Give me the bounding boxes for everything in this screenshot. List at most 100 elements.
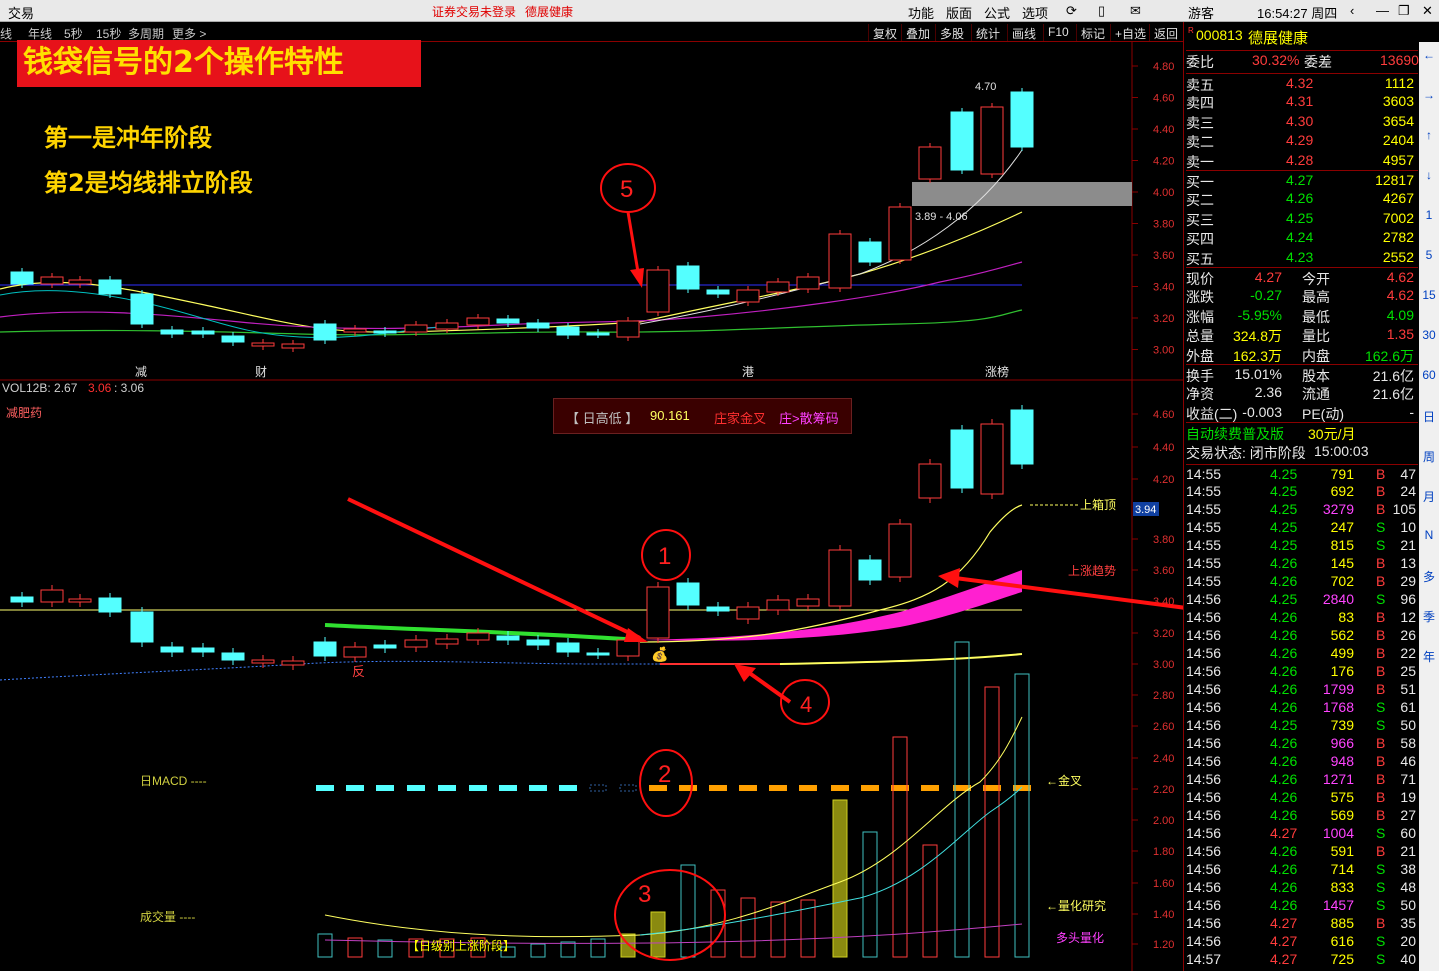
tab-line[interactable]: 线 bbox=[0, 25, 12, 42]
stats-button[interactable]: 统计 bbox=[971, 24, 1004, 41]
tick-row[interactable]: 14:56 4.26 83 B 12 bbox=[1186, 608, 1418, 627]
tick-row[interactable]: 14:56 4.26 562 B 26 bbox=[1186, 626, 1418, 645]
tick-row[interactable]: 14:56 4.27 885 B 35 bbox=[1186, 914, 1418, 933]
back-icon[interactable]: ‹ bbox=[1350, 3, 1354, 18]
candle bbox=[796, 276, 820, 290]
side-icon-8[interactable]: 60 bbox=[1419, 368, 1439, 382]
side-icon-0[interactable]: ← bbox=[1419, 48, 1439, 62]
moneybag-icon: 💰 bbox=[651, 646, 668, 663]
side-icon-4[interactable]: 1 bbox=[1419, 208, 1439, 222]
buy-row[interactable]: 买三 4.25 7002 bbox=[1186, 209, 1418, 228]
candle bbox=[1010, 91, 1034, 148]
side-icon-1[interactable]: → bbox=[1419, 88, 1439, 102]
tick-row[interactable]: 14:55 4.26 702 B 29 bbox=[1186, 572, 1418, 591]
golden-cross-label: ←金叉 bbox=[1046, 773, 1082, 788]
multi-stock-button[interactable]: 多股 bbox=[935, 24, 968, 41]
tick-row[interactable]: 14:56 4.26 1799 B 51 bbox=[1186, 680, 1418, 699]
minimize-icon[interactable]: — bbox=[1376, 3, 1389, 18]
sell-row[interactable]: 卖三 4.30 3654 bbox=[1186, 112, 1418, 131]
macd-dash-cyan bbox=[438, 785, 456, 791]
status-row: 交易状态: 闭市阶段 15:00:03 bbox=[1186, 443, 1369, 461]
tick-row[interactable]: 14:56 4.25 2840 S 96 bbox=[1186, 590, 1418, 609]
stat-row[interactable]: 现价 4.27 今开 4.62 bbox=[1186, 267, 1418, 287]
tick-row[interactable]: 14:55 4.26 145 B 13 bbox=[1186, 554, 1418, 573]
volume-bar bbox=[1014, 673, 1030, 958]
tick-row[interactable]: 14:56 4.26 1271 B 71 bbox=[1186, 770, 1418, 789]
tick-row[interactable]: 14:56 4.25 739 S 50 bbox=[1186, 716, 1418, 735]
candle bbox=[313, 323, 337, 341]
sell-row[interactable]: 卖一 4.28 4957 bbox=[1186, 151, 1418, 170]
side-icon-9[interactable]: 日 bbox=[1419, 408, 1439, 425]
upper-axis-tick: 4.20 bbox=[1153, 156, 1174, 168]
tick-row[interactable]: 14:56 4.26 499 B 22 bbox=[1186, 644, 1418, 663]
tick-row[interactable]: 14:56 4.26 569 B 27 bbox=[1186, 806, 1418, 825]
side-icon-6[interactable]: 15 bbox=[1419, 288, 1439, 302]
side-icon-12[interactable]: N bbox=[1419, 528, 1439, 542]
stat-row[interactable]: 收益(二) -0.003 PE(动) - bbox=[1186, 403, 1418, 422]
tick-row[interactable]: 14:55 4.25 815 S 21 bbox=[1186, 536, 1418, 555]
tick-row[interactable]: 14:56 4.27 616 S 20 bbox=[1186, 932, 1418, 951]
tick-row[interactable]: 14:55 4.25 3279 B 105 bbox=[1186, 500, 1418, 519]
menu-function[interactable]: 功能 bbox=[908, 3, 934, 22]
tick-row[interactable]: 14:55 4.25 791 B 47 bbox=[1186, 464, 1418, 483]
side-icon-5[interactable]: 5 bbox=[1419, 248, 1439, 262]
fuquan-button[interactable]: 复权 bbox=[868, 24, 901, 41]
return-button[interactable]: 返回 bbox=[1149, 24, 1182, 41]
add-watchlist-button[interactable]: +自选 bbox=[1110, 24, 1150, 41]
tick-row[interactable]: 14:56 4.26 966 B 58 bbox=[1186, 734, 1418, 753]
tick-row[interactable]: 14:56 4.26 176 B 25 bbox=[1186, 662, 1418, 681]
side-icon-3[interactable]: ↓ bbox=[1419, 168, 1439, 182]
sell-row[interactable]: 卖四 4.31 3603 bbox=[1186, 92, 1418, 111]
buy-row[interactable]: 买四 4.24 2782 bbox=[1186, 228, 1418, 247]
tick-row[interactable]: 14:56 4.26 1457 S 50 bbox=[1186, 896, 1418, 915]
tick-row[interactable]: 14:56 4.26 833 S 48 bbox=[1186, 878, 1418, 897]
phone-icon[interactable]: ▯ bbox=[1098, 3, 1105, 19]
app-title: 交易 bbox=[8, 6, 35, 21]
menu-options[interactable]: 选项 bbox=[1022, 3, 1048, 22]
side-icon-10[interactable]: 周 bbox=[1419, 448, 1439, 465]
stat-row[interactable]: 涨跌 -0.27 最高 4.62 bbox=[1186, 286, 1418, 305]
mail-icon[interactable]: ✉ bbox=[1130, 3, 1141, 19]
menu-layout[interactable]: 版面 bbox=[946, 3, 972, 22]
menu-formula[interactable]: 公式 bbox=[984, 3, 1010, 22]
tick-row[interactable]: 14:55 4.25 692 B 24 bbox=[1186, 482, 1418, 501]
side-icon-15[interactable]: 年 bbox=[1419, 648, 1439, 665]
side-icon-14[interactable]: 季 bbox=[1419, 608, 1439, 625]
lower-axis-tick: 3.20 bbox=[1153, 628, 1174, 640]
sell-row[interactable]: 卖二 4.29 2404 bbox=[1186, 131, 1418, 150]
mark-button[interactable]: 标记 bbox=[1076, 24, 1109, 41]
login-warning[interactable]: 证券交易未登录 bbox=[432, 3, 516, 20]
tick-row[interactable]: 14:57 4.27 725 S 40 bbox=[1186, 950, 1418, 969]
side-icon-2[interactable]: ↑ bbox=[1419, 128, 1439, 142]
stat-row[interactable]: 总量 324.8万 量比 1.35 bbox=[1186, 325, 1418, 344]
sell-row[interactable]: 卖五 4.32 1112 bbox=[1186, 73, 1418, 93]
stat-row[interactable]: 涨幅 -5.95% 最低 4.09 bbox=[1186, 306, 1418, 325]
tick-row[interactable]: 14:56 4.27 1004 S 60 bbox=[1186, 824, 1418, 843]
stat-row[interactable]: 换手 15.01% 股本 21.6亿 bbox=[1186, 364, 1418, 384]
restore-icon[interactable]: ❐ bbox=[1398, 3, 1410, 19]
bull-label: 多头量化 bbox=[1056, 931, 1104, 945]
overlay-button[interactable]: 叠加 bbox=[901, 24, 934, 41]
refresh-icon[interactable]: ⟳ bbox=[1066, 3, 1077, 19]
stat-row[interactable]: 净资 2.36 流通 21.6亿 bbox=[1186, 383, 1418, 402]
side-icon-11[interactable]: 月 bbox=[1419, 488, 1439, 505]
stat-row[interactable]: 外盘 162.3万 内盘 162.6万 bbox=[1186, 345, 1418, 364]
side-icon-7[interactable]: 30 bbox=[1419, 328, 1439, 342]
user-label[interactable]: 游客 bbox=[1188, 3, 1214, 22]
tick-row[interactable]: 14:56 4.26 1768 S 61 bbox=[1186, 698, 1418, 717]
draw-line-button[interactable]: 画线 bbox=[1007, 24, 1040, 41]
promo-row[interactable]: 自动续费普及版 30元/月 bbox=[1186, 422, 1418, 442]
buy-row[interactable]: 买一 4.27 12817 bbox=[1186, 170, 1418, 190]
tick-row[interactable]: 14:56 4.26 575 B 19 bbox=[1186, 788, 1418, 807]
tick-row[interactable]: 14:55 4.25 247 S 10 bbox=[1186, 518, 1418, 537]
close-icon[interactable]: ✕ bbox=[1422, 3, 1433, 19]
tick-row[interactable]: 14:56 4.26 948 B 46 bbox=[1186, 752, 1418, 771]
upper-axis-tick: 3.60 bbox=[1153, 250, 1174, 262]
buy-row[interactable]: 买二 4.26 4267 bbox=[1186, 189, 1418, 208]
f10-button[interactable]: F10 bbox=[1043, 24, 1073, 41]
side-icon-13[interactable]: 多 bbox=[1419, 568, 1439, 585]
tick-row[interactable]: 14:56 4.26 591 B 21 bbox=[1186, 842, 1418, 861]
tick-row[interactable]: 14:56 4.26 714 S 38 bbox=[1186, 860, 1418, 879]
buy-row[interactable]: 买五 4.23 2552 bbox=[1186, 248, 1418, 267]
volume-bar bbox=[740, 897, 756, 958]
